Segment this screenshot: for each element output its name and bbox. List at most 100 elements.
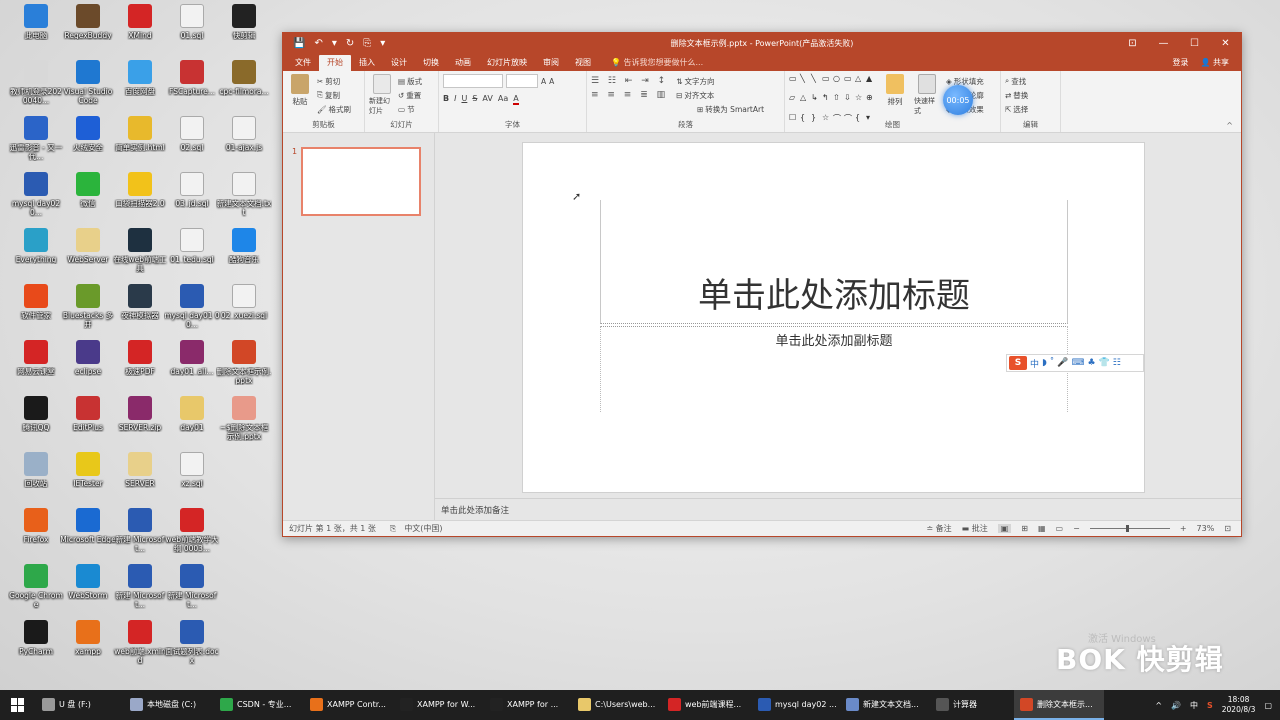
- replace-button[interactable]: ⇄ 替换: [1005, 88, 1056, 102]
- notification-icon[interactable]: ▢: [1264, 701, 1272, 710]
- taskbar-item[interactable]: XAMPP for W...: [394, 690, 484, 720]
- desktop-icon[interactable]: SERVER.zip: [114, 396, 166, 450]
- desktop-icon[interactable]: web前端教学大纲 0003...: [165, 508, 219, 562]
- desktop-icon[interactable]: cpc-filmora...: [218, 60, 270, 114]
- desktop-icon[interactable]: 教师机登录2020040...: [10, 60, 62, 114]
- grow-font-icon[interactable]: A: [541, 74, 546, 88]
- ime-chinese-mode[interactable]: 中: [1030, 357, 1039, 370]
- desktop-icon[interactable]: FSCapture...: [166, 60, 218, 114]
- desktop-icon[interactable]: 03_jd.sql: [166, 172, 218, 226]
- find-button[interactable]: ⌕ 查找: [1005, 74, 1056, 88]
- taskbar-item[interactable]: mysql day02 ...: [752, 690, 840, 720]
- ime-punct-icon[interactable]: ˚: [1050, 358, 1055, 368]
- desktop-icon[interactable]: 01-ajax.js: [218, 116, 270, 170]
- ime-mic-icon[interactable]: 🎤: [1057, 358, 1068, 368]
- desktop-icon[interactable]: 此电脑: [10, 4, 62, 58]
- title-placeholder[interactable]: 单击此处添加标题: [600, 200, 1068, 324]
- smartart-button[interactable]: ⊞ 转换为 SmartArt: [697, 102, 780, 116]
- desktop-icon[interactable]: SERVER: [114, 452, 166, 506]
- copy-button[interactable]: ⎘ 复制: [317, 88, 351, 102]
- list-buttons[interactable]: ☰ ☷ ⇤ ⇥ ↕: [591, 74, 668, 88]
- desktop-icon[interactable]: 回收站: [10, 452, 62, 506]
- zoom-in-icon[interactable]: +: [1180, 524, 1187, 533]
- tab-view[interactable]: 视图: [567, 55, 599, 71]
- ime-tools-icon[interactable]: ♣: [1087, 358, 1095, 368]
- normal-view-icon[interactable]: ▣: [997, 524, 1012, 533]
- desktop-icon[interactable]: xz.sql: [166, 452, 218, 506]
- close-button[interactable]: ✕: [1210, 33, 1241, 53]
- taskbar-item[interactable]: C:\Users\web...: [572, 690, 662, 720]
- desktop-icon[interactable]: 软件管家: [10, 284, 62, 338]
- ime-menu-icon[interactable]: ☷: [1113, 358, 1121, 368]
- customize-qat-icon[interactable]: ▾: [380, 38, 385, 49]
- zoom-level[interactable]: 73%: [1197, 524, 1215, 533]
- desktop-icon[interactable]: 新建 Microsoft...: [114, 508, 166, 562]
- text-direction-button[interactable]: ⇅ 文字方向: [676, 74, 714, 88]
- desktop-icon[interactable]: WebStorm: [62, 564, 114, 618]
- ime-indicator[interactable]: 中: [1190, 700, 1198, 711]
- spellcheck-icon[interactable]: ⎘: [390, 524, 396, 534]
- layout-button[interactable]: ▤ 版式: [398, 74, 422, 88]
- desktop-icon[interactable]: Google Chrome: [9, 564, 63, 618]
- ime-skin-icon[interactable]: 👕: [1099, 358, 1110, 368]
- desktop-icon[interactable]: ~$删除文本框示例.pptx: [218, 396, 270, 450]
- desktop-icon[interactable]: Visual Studio Code: [62, 60, 114, 114]
- slide-sorter-icon[interactable]: ⊞: [1021, 524, 1028, 533]
- shrink-font-icon[interactable]: A: [549, 74, 554, 88]
- taskbar-item[interactable]: 新建文本文档...: [840, 690, 930, 720]
- reading-view-icon[interactable]: ▦: [1038, 524, 1046, 533]
- tab-animations[interactable]: 动画: [447, 55, 479, 71]
- volume-icon[interactable]: 🔊: [1171, 701, 1181, 710]
- maximize-button[interactable]: ☐: [1179, 33, 1210, 53]
- desktop-icon[interactable]: 夜神模拟器: [114, 284, 166, 338]
- desktop-icon[interactable]: 极速PDF: [114, 340, 166, 394]
- clock[interactable]: 18:08 2020/8/3: [1222, 695, 1256, 715]
- tab-review[interactable]: 审阅: [535, 55, 567, 71]
- desktop-icon[interactable]: 微信: [62, 172, 114, 226]
- desktop-icon[interactable]: Microsoft Edge: [60, 508, 116, 562]
- desktop-icon[interactable]: 删除文本框示例.pptx: [217, 340, 271, 394]
- taskbar-item[interactable]: 删除文本框示...: [1014, 690, 1104, 720]
- font-size-input[interactable]: [506, 74, 538, 88]
- language-indicator[interactable]: 中文(中国): [404, 523, 442, 534]
- ime-moon-icon[interactable]: ◗: [1042, 358, 1047, 368]
- cut-button[interactable]: ✂ 剪切: [317, 74, 351, 88]
- desktop-icon[interactable]: 02.sql: [166, 116, 218, 170]
- taskbar-item[interactable]: XAMPP Contr...: [304, 690, 394, 720]
- subtitle-placeholder[interactable]: 单击此处添加副标题: [600, 326, 1068, 412]
- taskbar-item[interactable]: 本地磁盘 (C:): [124, 690, 214, 720]
- taskbar-item[interactable]: CSDN - 专业...: [214, 690, 304, 720]
- desktop-icon[interactable]: 腾讯QQ: [10, 396, 62, 450]
- align-buttons[interactable]: ≡ ≡ ≡ ≣ ▥: [591, 88, 668, 102]
- tray-overflow-icon[interactable]: ^: [1155, 701, 1162, 710]
- desktop-icon[interactable]: EditPlus: [62, 396, 114, 450]
- slide-canvas[interactable]: 单击此处添加标题 单击此处添加副标题 S 中 ◗ ˚ 🎤 ⌨ ♣ 👕 ☷: [522, 142, 1145, 493]
- notes-pane[interactable]: 单击此处添加备注: [435, 498, 1241, 520]
- desktop-icon[interactable]: 01_tedu.sql: [166, 228, 218, 282]
- desktop-icon[interactable]: 酷狗音乐: [218, 228, 270, 282]
- desktop-icon[interactable]: XMind: [114, 4, 166, 58]
- sogou-icon[interactable]: S: [1009, 356, 1027, 370]
- tab-design[interactable]: 设计: [383, 55, 415, 71]
- desktop-icon[interactable]: mysql day02 0...: [10, 172, 62, 226]
- ribbon-display-icon[interactable]: ⊡: [1117, 33, 1148, 53]
- tab-home[interactable]: 开始: [319, 55, 351, 71]
- share-button[interactable]: 👤 共享: [1200, 55, 1229, 71]
- desktop-icon[interactable]: day01: [166, 396, 218, 450]
- change-case-button[interactable]: Aa: [498, 94, 508, 105]
- desktop-icon[interactable]: 网易云课堂: [10, 340, 62, 394]
- zoom-out-icon[interactable]: −: [1073, 524, 1080, 533]
- desktop-icon[interactable]: Everything: [10, 228, 62, 282]
- ime-toolbar[interactable]: S 中 ◗ ˚ 🎤 ⌨ ♣ 👕 ☷: [1006, 354, 1144, 372]
- taskbar-item[interactable]: U 盘 (F:): [36, 690, 124, 720]
- desktop-icon[interactable]: 简单实例.html: [114, 116, 166, 170]
- slideshow-view-icon[interactable]: ▭: [1056, 524, 1064, 533]
- tab-slideshow[interactable]: 幻灯片放映: [479, 55, 535, 71]
- desktop-icon[interactable]: web前端.xmind: [114, 620, 166, 674]
- desktop-icon[interactable]: 快剪辑: [218, 4, 270, 58]
- desktop-icon[interactable]: 新建 Microsoft...: [114, 564, 166, 618]
- bold-button[interactable]: B: [443, 94, 449, 105]
- font-name-input[interactable]: [443, 74, 503, 88]
- char-spacing-button[interactable]: AV: [482, 94, 492, 105]
- desktop-icon[interactable]: 新建文本文档.txt: [217, 172, 271, 226]
